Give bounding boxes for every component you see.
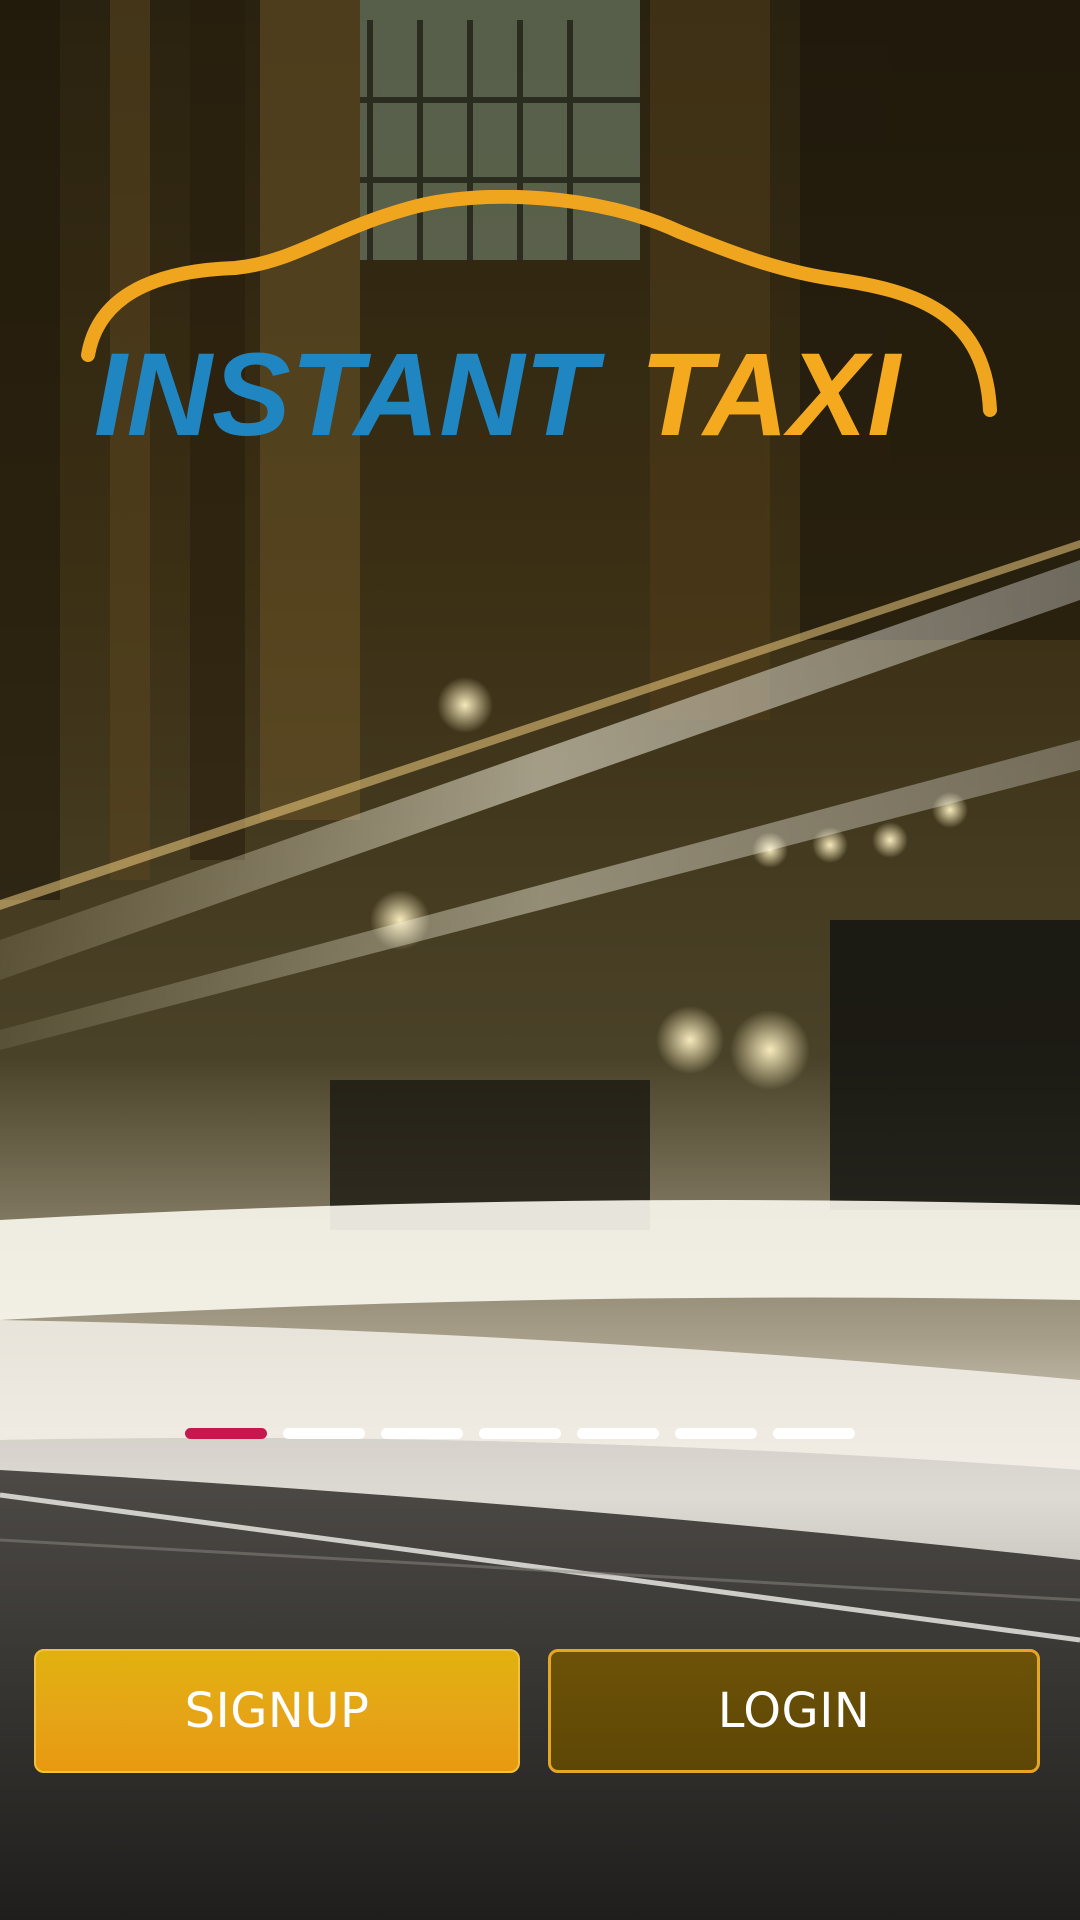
login-button[interactable]: LOGIN — [548, 1649, 1040, 1773]
splash-screen: INSTANT TAXI SIGNUP LOGIN — [0, 0, 1080, 1920]
login-label: LOGIN — [717, 1683, 871, 1739]
page-dot-3[interactable] — [381, 1428, 463, 1439]
page-dot-1[interactable] — [185, 1428, 267, 1439]
logo-text-instant: INSTANT — [94, 329, 605, 461]
page-dot-4[interactable] — [479, 1428, 561, 1439]
auth-actions: SIGNUP LOGIN — [34, 1649, 1040, 1777]
page-dot-2[interactable] — [283, 1428, 365, 1439]
logo-text-taxi: TAXI — [640, 329, 902, 461]
instant-taxi-logo: INSTANT TAXI — [81, 190, 997, 461]
page-dot-7[interactable] — [773, 1428, 855, 1439]
page-dot-6[interactable] — [675, 1428, 757, 1439]
signup-label: SIGNUP — [184, 1683, 370, 1739]
signup-button[interactable]: SIGNUP — [34, 1649, 520, 1773]
page-indicator — [185, 1428, 855, 1439]
page-dot-5[interactable] — [577, 1428, 659, 1439]
